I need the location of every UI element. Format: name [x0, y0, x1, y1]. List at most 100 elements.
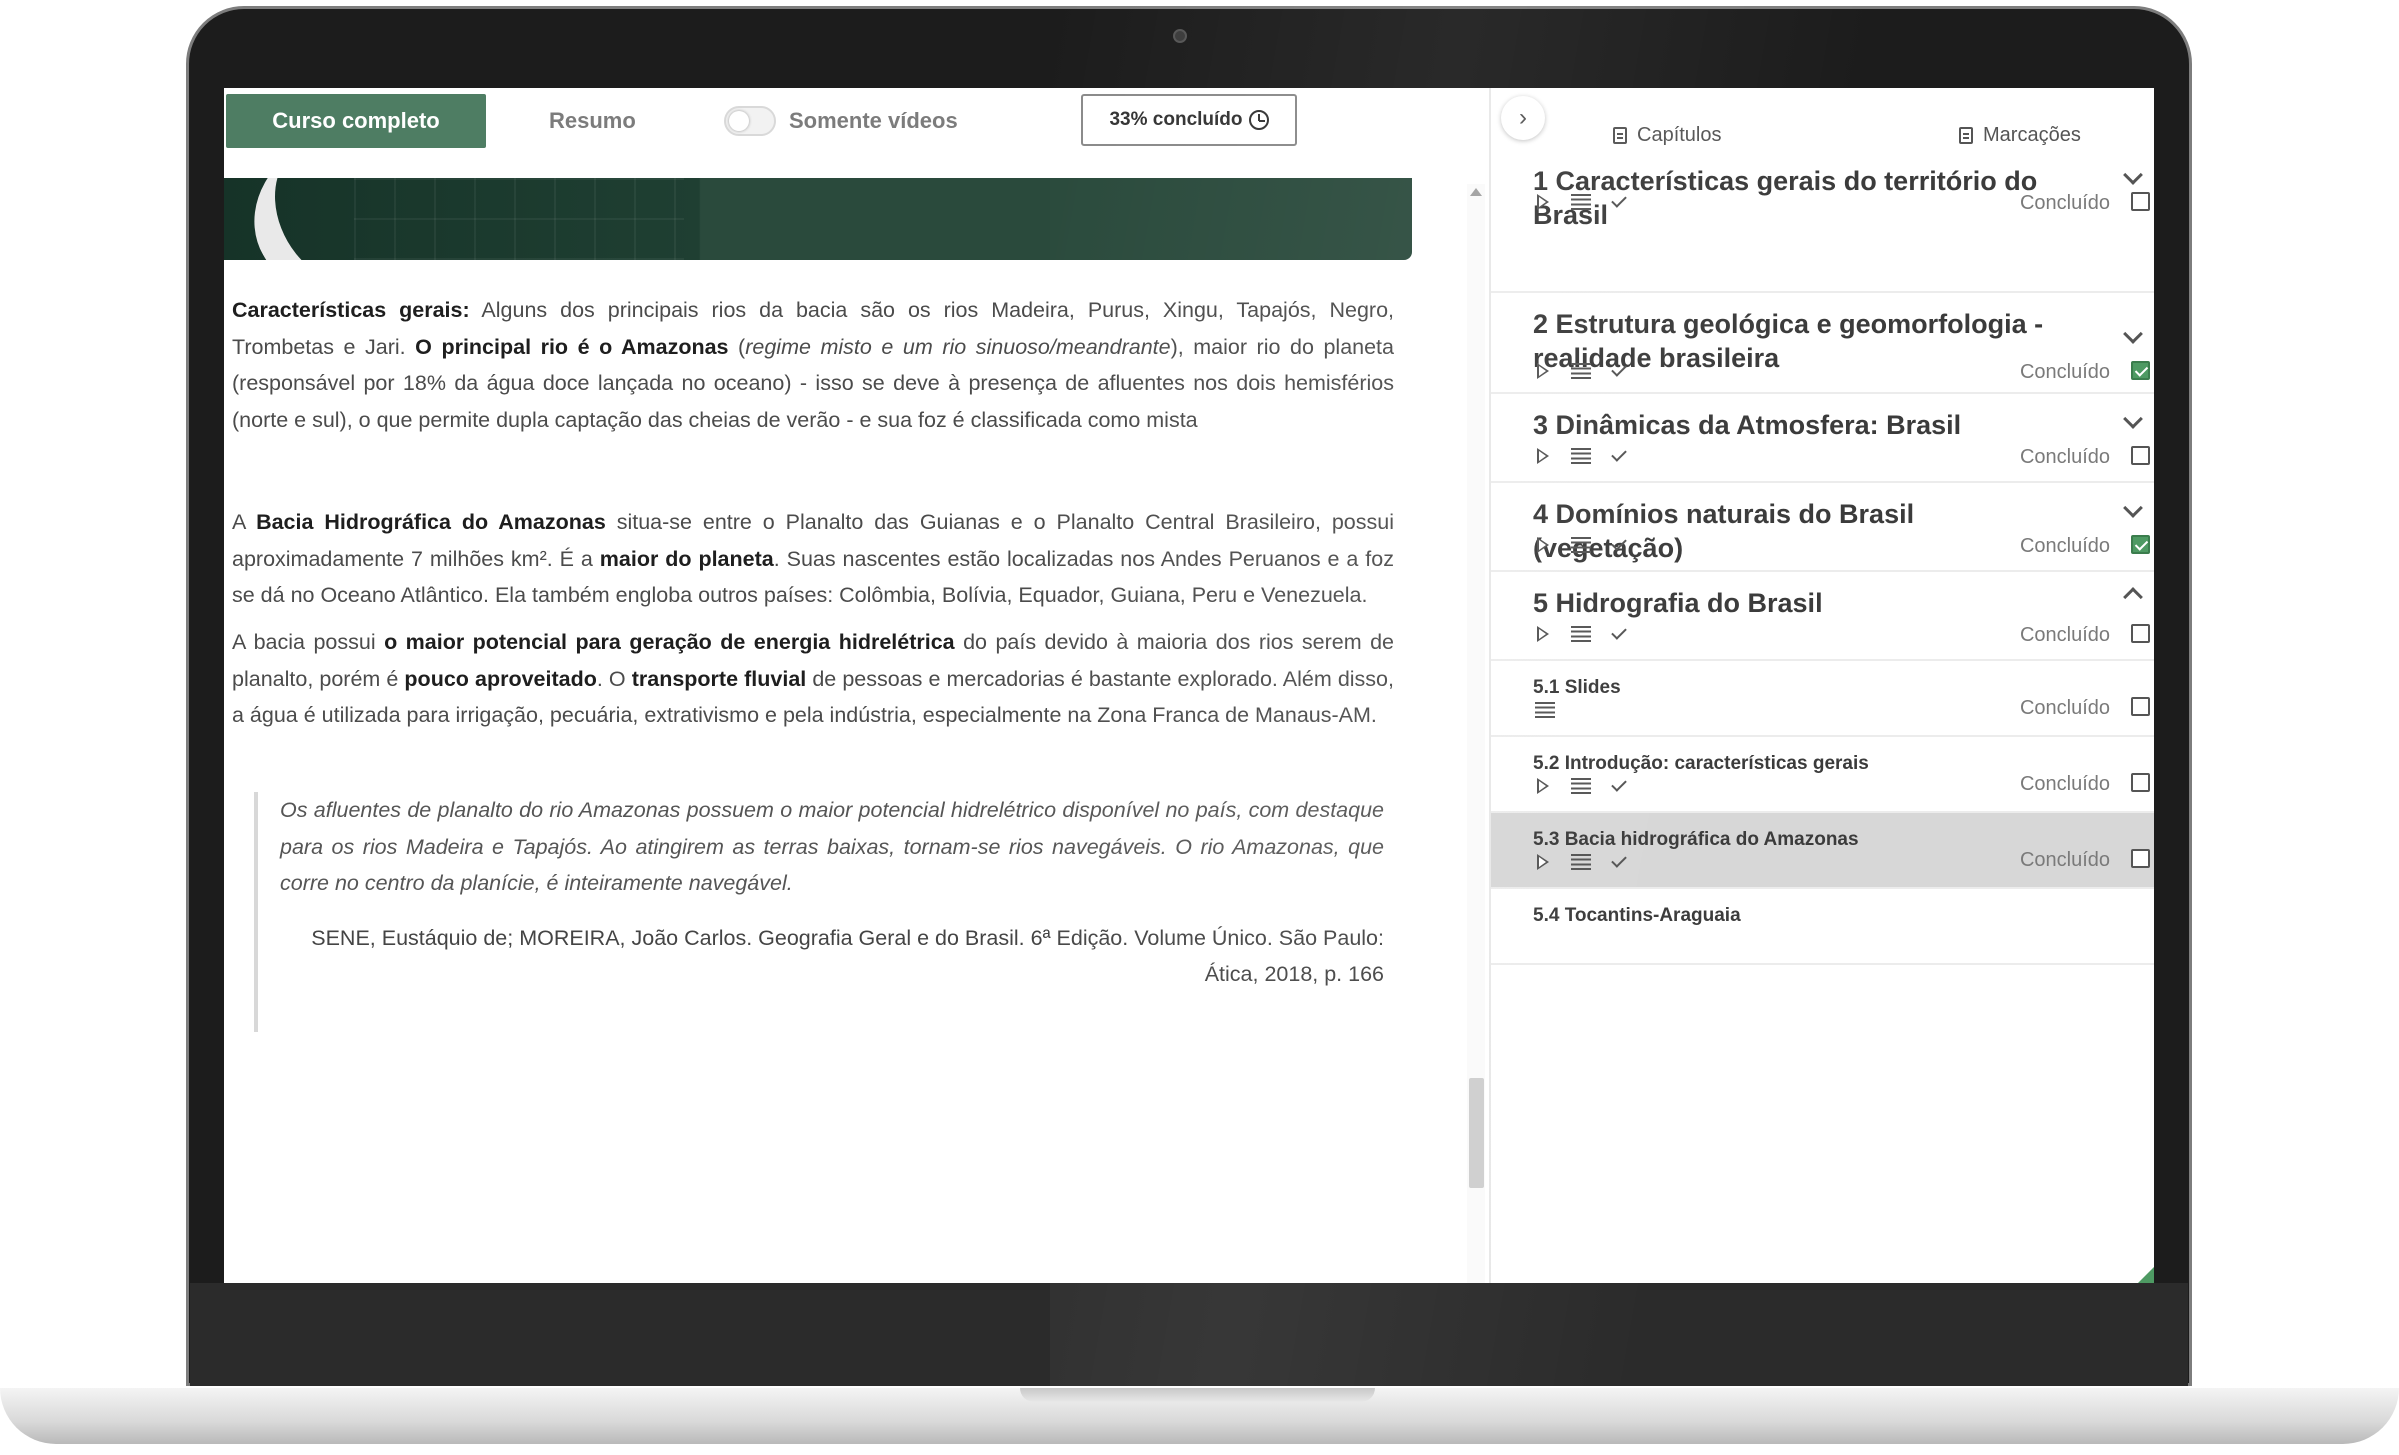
text-lines-icon[interactable]	[1571, 778, 1591, 794]
completed-checkbox[interactable]	[2131, 624, 2150, 643]
article-content: Características gerais: Alguns dos princ…	[224, 178, 1479, 1283]
screen: Curso completo Resumo Somente vídeos 33%…	[224, 88, 2154, 1283]
subsection-title[interactable]: 5.2 Introdução: características gerais	[1533, 753, 1869, 775]
subsection-item[interactable]: 5.3 Bacia hidrográfica do Amazonas Conclu…	[1491, 813, 2154, 889]
completed-checkbox[interactable]	[2131, 535, 2150, 554]
text-lines-icon[interactable]	[1571, 363, 1591, 379]
text-lines-icon[interactable]	[1571, 448, 1591, 464]
view-mode-bar: Curso completo Resumo Somente vídeos 33%…	[224, 88, 1489, 178]
lesson-actions	[1537, 361, 1627, 379]
subsection-item[interactable]: 5.2 Introdução: características gerais Co…	[1491, 737, 2154, 813]
chapter-item[interactable]: 2 Estrutura geológica e geomorfologia - …	[1491, 293, 2154, 394]
text-run: A bacia possui	[232, 630, 385, 654]
progress-button[interactable]: 33% concluído	[1081, 94, 1297, 146]
quote-text: Os afluentes de planalto do rio Amazonas…	[280, 798, 1384, 895]
chevron-down-icon[interactable]	[2123, 409, 2143, 429]
subsection-title[interactable]: 5.3 Bacia hidrográfica do Amazonas	[1533, 829, 1859, 851]
chevron-down-icon[interactable]	[2123, 165, 2143, 185]
subsection-title[interactable]: 5.4 Tocantins-Araguaia	[1533, 905, 1741, 927]
progress-label: 33% concluído	[1109, 109, 1243, 130]
play-icon[interactable]	[1537, 448, 1549, 464]
check-icon[interactable]	[1611, 446, 1627, 462]
subsection-title[interactable]: 5.1 Slides	[1533, 677, 1621, 699]
bold-text: o maior potencial para geração de energi…	[384, 630, 955, 654]
bold-text: pouco aproveitado	[404, 666, 597, 691]
bookmark-icon	[1959, 127, 1973, 144]
completed-checkbox[interactable]	[2131, 773, 2150, 792]
summary-tab[interactable]: Resumo	[549, 108, 636, 134]
chapter-item[interactable]: 4 Domínios naturais do Brasil (vegetação…	[1491, 483, 2154, 572]
paragraph-amazon-basin: A Bacia Hidrográfica do Amazonas situa-s…	[232, 504, 1394, 614]
text-run: (	[728, 334, 746, 359]
play-icon[interactable]	[1537, 854, 1549, 870]
text-lines-icon[interactable]	[1571, 626, 1591, 642]
bold-text: maior do planeta	[599, 546, 774, 571]
chapter-title[interactable]: 3 Dinâmicas da Atmosfera: Brasil	[1533, 408, 2063, 442]
tab-bookmarks[interactable]: Marcações	[1959, 124, 2081, 147]
check-icon[interactable]	[1611, 624, 1627, 640]
chevron-up-icon[interactable]	[2123, 587, 2143, 607]
tab-bookmarks-label: Marcações	[1983, 124, 2081, 146]
done-label: Concluído	[2019, 535, 2110, 557]
text-lines-icon[interactable]	[1571, 194, 1591, 210]
check-icon[interactable]	[1611, 852, 1627, 868]
play-icon[interactable]	[1537, 537, 1549, 553]
book-icon	[1613, 127, 1627, 144]
check-icon[interactable]	[1611, 776, 1627, 792]
play-icon[interactable]	[1537, 626, 1549, 642]
clock-icon	[1248, 110, 1269, 130]
chapters-sidebar: › Capítulos Marcações 1 Características …	[1491, 88, 2154, 1283]
chapter-item[interactable]: 3 Dinâmicas da Atmosfera: Brasil Concluíd…	[1491, 394, 2154, 483]
chapter-item[interactable]: 1 Características gerais do território d…	[1491, 150, 2154, 293]
completed-checkbox[interactable]	[2131, 697, 2150, 716]
collapse-sidebar-button[interactable]: ›	[1501, 96, 1545, 140]
done-label: Concluído	[2019, 849, 2110, 871]
subsection-item[interactable]: 5.1 Slides Concluído	[1491, 661, 2154, 737]
quote-reference: SENE, Eustáquio de; MOREIRA, João Carlos…	[311, 925, 1384, 987]
lesson-actions	[1537, 192, 1627, 210]
toggle-knob	[729, 111, 749, 131]
citation-block: Os afluentes de planalto do rio Amazonas…	[254, 792, 1384, 1032]
lesson-actions	[1537, 852, 1627, 870]
completed-checkbox[interactable]	[2131, 849, 2150, 868]
text-lines-icon[interactable]	[1535, 702, 1555, 718]
done-label: Concluído	[2019, 361, 2110, 383]
scroll-thumb[interactable]	[1469, 1078, 1484, 1188]
completed-checkbox[interactable]	[2131, 192, 2150, 211]
full-course-button[interactable]: Curso completo	[226, 94, 486, 148]
text-lines-icon[interactable]	[1571, 537, 1591, 553]
play-icon[interactable]	[1537, 778, 1549, 794]
bold-text: Características gerais:	[232, 298, 470, 322]
camera-icon	[1173, 29, 1187, 43]
subsection-item[interactable]: 5.4 Tocantins-Araguaia	[1491, 889, 2154, 965]
videos-only-toggle[interactable]	[724, 106, 776, 136]
scroll-up-icon[interactable]	[1470, 188, 1482, 196]
done-label: Concluído	[2019, 697, 2110, 719]
paragraph-general-characteristics: Características gerais: Alguns dos princ…	[232, 292, 1394, 438]
completed-checkbox[interactable]	[2131, 446, 2150, 465]
screen-bottom-bezel	[190, 1283, 2188, 1386]
tab-chapters[interactable]: Capítulos	[1613, 124, 1722, 147]
play-icon[interactable]	[1537, 363, 1549, 379]
done-label: Concluído	[2019, 192, 2110, 214]
done-label: Concluído	[2019, 446, 2110, 468]
done-label: Concluído	[2019, 773, 2110, 795]
chevron-down-icon[interactable]	[2123, 324, 2143, 344]
chevron-down-icon[interactable]	[2123, 498, 2143, 518]
bold-text: transporte fluvial	[631, 666, 807, 691]
chapter-item[interactable]: 5 Hidrografia do Brasil Concluído	[1491, 572, 2154, 661]
play-icon[interactable]	[1537, 194, 1549, 210]
lesson-actions	[1537, 776, 1627, 794]
lesson-actions	[1537, 624, 1627, 642]
italic-text: regime misto e um rio sinuoso/meandrante	[745, 334, 1171, 359]
lesson-actions	[1537, 535, 1627, 553]
completed-checkbox[interactable]	[2131, 361, 2150, 380]
done-label: Concluído	[2019, 624, 2110, 646]
text-run: A	[232, 510, 257, 534]
chapter-title[interactable]: 5 Hidrografia do Brasil	[1533, 586, 2063, 620]
lesson-actions	[1535, 702, 1555, 718]
lesson-banner-image	[224, 178, 1412, 260]
text-lines-icon[interactable]	[1571, 854, 1591, 870]
chapter-title[interactable]: 4 Domínios naturais do Brasil (vegetação…	[1533, 497, 2063, 565]
lesson-actions	[1537, 446, 1627, 464]
